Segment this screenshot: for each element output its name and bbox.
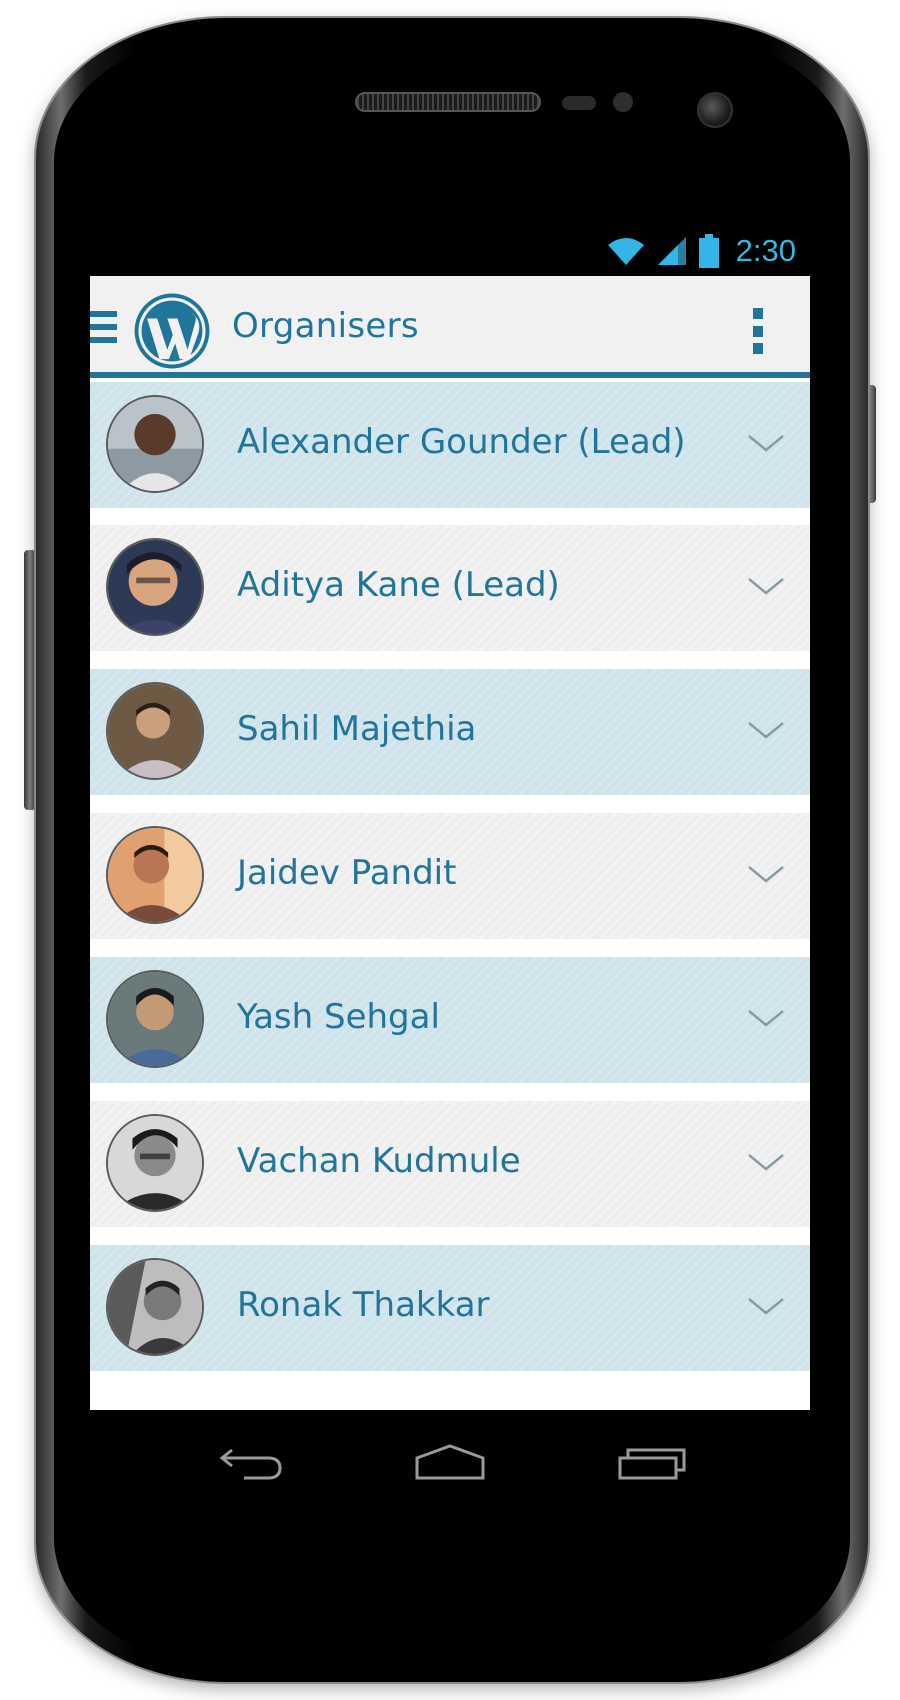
status-time: 2:30	[735, 233, 796, 268]
power-button	[24, 550, 36, 810]
avatar	[106, 538, 204, 636]
organiser-name: Alexander Gounder (Lead)	[237, 422, 686, 462]
avatar	[106, 682, 204, 780]
list-item[interactable]: Jaidev Pandit	[90, 813, 810, 939]
list-item[interactable]: Alexander Gounder (Lead)	[90, 382, 810, 508]
overflow-menu-icon[interactable]	[752, 308, 764, 354]
wordpress-logo[interactable]	[133, 292, 211, 370]
chevron-down-icon[interactable]	[746, 863, 786, 887]
avatar	[106, 1258, 204, 1356]
chevron-down-icon[interactable]	[746, 1295, 786, 1319]
status-bar: 2:30	[90, 226, 810, 276]
chevron-down-icon[interactable]	[746, 719, 786, 743]
home-icon[interactable]	[413, 1442, 487, 1482]
status-icons: 2:30	[606, 232, 796, 270]
chevron-down-icon[interactable]	[746, 1007, 786, 1031]
proximity-sensor	[562, 96, 596, 110]
avatar	[106, 1114, 204, 1212]
front-camera	[697, 92, 733, 128]
list-item[interactable]: Vachan Kudmule	[90, 1101, 810, 1227]
recent-apps-icon[interactable]	[616, 1442, 688, 1482]
organiser-name: Yash Sehgal	[237, 997, 440, 1037]
earpiece-speaker	[355, 92, 541, 112]
app-bar: Organisers	[90, 276, 810, 378]
battery-icon	[698, 234, 719, 268]
chevron-down-icon[interactable]	[746, 575, 786, 599]
organiser-name: Ronak Thakkar	[237, 1285, 490, 1325]
chevron-down-icon[interactable]	[746, 1151, 786, 1175]
navigation-bar	[90, 1410, 810, 1510]
chevron-down-icon[interactable]	[746, 432, 786, 456]
signal-icon	[657, 237, 686, 265]
organiser-name: Sahil Majethia	[237, 709, 477, 749]
organiser-name: Jaidev Pandit	[237, 853, 457, 893]
back-icon[interactable]	[218, 1442, 284, 1482]
list-item[interactable]: Ronak Thakkar	[90, 1245, 810, 1371]
avatar	[106, 395, 204, 493]
screen: 2:30 Organisers Alexander Gounder (Lead)	[90, 226, 810, 1410]
organiser-name: Aditya Kane (Lead)	[237, 565, 560, 605]
menu-icon[interactable]	[90, 311, 117, 349]
list-item[interactable]: Aditya Kane (Lead)	[90, 525, 810, 651]
avatar	[106, 970, 204, 1068]
wifi-icon	[607, 238, 644, 265]
list-item[interactable]: Yash Sehgal	[90, 957, 810, 1083]
light-sensor	[613, 92, 633, 112]
list-item[interactable]: Sahil Majethia	[90, 669, 810, 795]
app-title: Organisers	[232, 306, 419, 346]
avatar	[106, 826, 204, 924]
organiser-name: Vachan Kudmule	[237, 1141, 521, 1181]
